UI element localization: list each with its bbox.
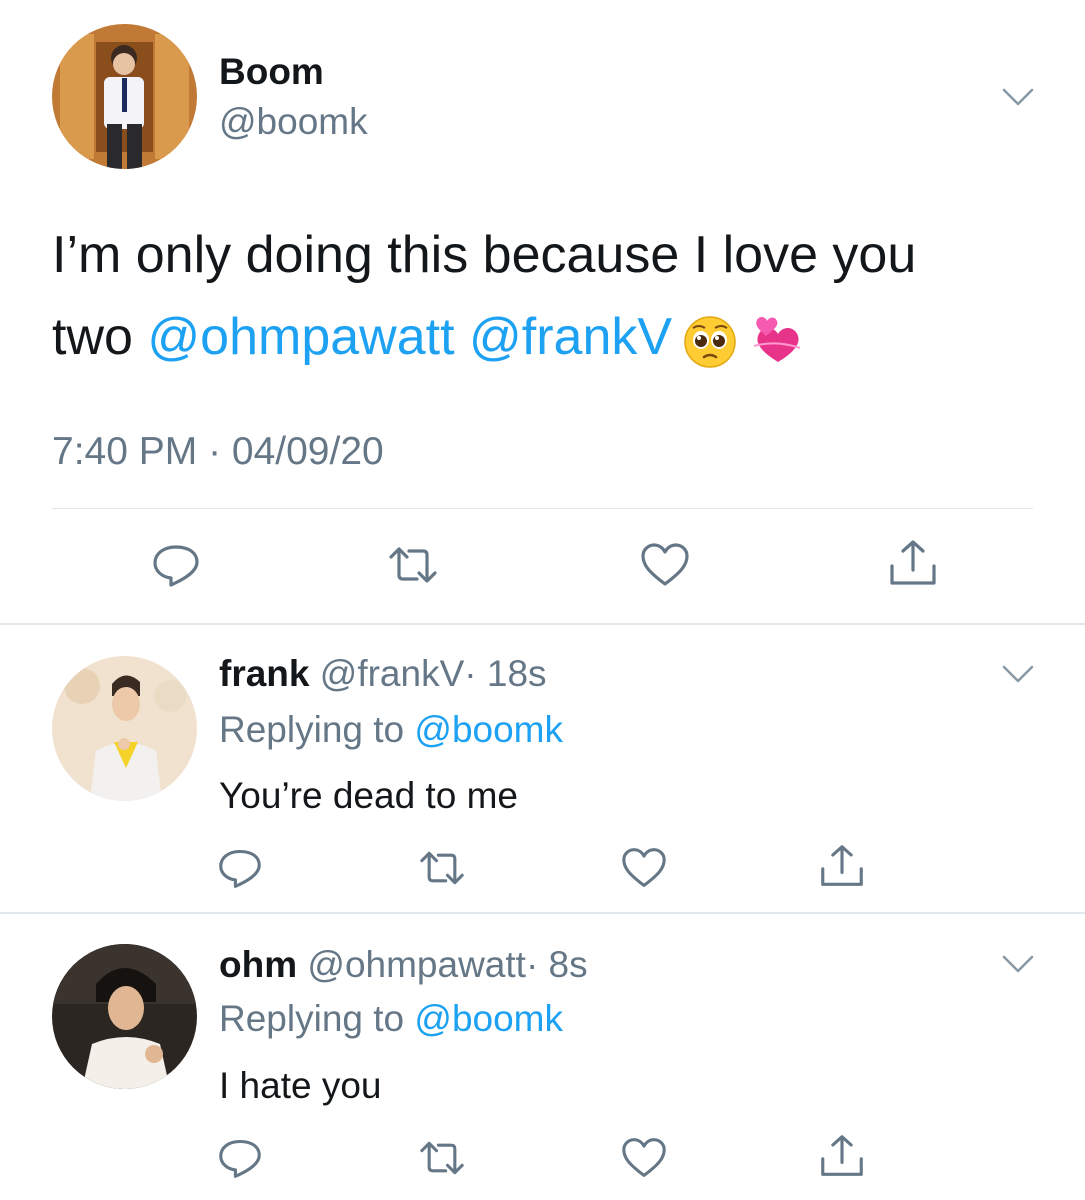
tweet-text: I’m only doing this because I love you t… <box>52 214 1052 378</box>
reply-icon[interactable] <box>216 846 264 890</box>
share-icon[interactable] <box>818 844 866 888</box>
retweet-icon[interactable] <box>418 1136 466 1180</box>
reply-author-name[interactable]: ohm <box>219 944 297 985</box>
divider <box>0 912 1085 914</box>
reply-icon[interactable] <box>150 541 202 589</box>
replying-to: Replying to @boomk <box>219 997 563 1041</box>
tweet-text-line1: I’m only doing this because I love you <box>52 226 917 284</box>
reply-author-handle[interactable]: @ohmpawatt <box>307 944 526 985</box>
pleading-face-emoji <box>682 312 738 369</box>
like-icon[interactable] <box>620 846 668 890</box>
reply-header: frank @frankV· 18s <box>219 652 547 696</box>
replying-to-label: Replying to <box>219 998 415 1039</box>
tweet-author-name[interactable]: Boom <box>219 50 324 94</box>
retweet-icon[interactable] <box>387 541 439 589</box>
tweet-author-handle[interactable]: @boomk <box>219 100 368 144</box>
chevron-down-icon[interactable] <box>1001 663 1035 685</box>
divider <box>0 623 1085 625</box>
mention-boomk[interactable]: @boomk <box>414 998 563 1039</box>
reply-author-handle[interactable]: @frankV <box>320 653 465 694</box>
reply-text: I hate you <box>219 1065 382 1106</box>
tweet-timestamp: 7:40 PM · 04/09/20 <box>52 430 384 473</box>
divider <box>52 508 1033 509</box>
revolving-hearts-emoji <box>748 312 804 368</box>
avatar-frank[interactable] <box>52 656 197 801</box>
mention-ohmpawatt[interactable]: @ohmpawatt <box>147 308 454 366</box>
like-icon[interactable] <box>639 541 691 589</box>
replying-to: Replying to @boomk <box>219 708 563 752</box>
tweet-text-line2: two @ohmpawatt @frankV <box>52 296 1052 378</box>
tweet-text-prefix: two <box>52 308 148 366</box>
mention-frankv[interactable]: @frankV <box>469 308 672 366</box>
reply-header: ohm @ohmpawatt· 8s <box>219 943 588 987</box>
chevron-down-icon[interactable] <box>1001 86 1035 108</box>
reply-icon[interactable] <box>216 1136 264 1180</box>
avatar-boom[interactable] <box>52 24 197 169</box>
replying-to-label: Replying to <box>219 709 415 750</box>
reply-author-name[interactable]: frank <box>219 653 309 694</box>
avatar-ohm[interactable] <box>52 944 197 1089</box>
mention-boomk[interactable]: @boomk <box>414 709 563 750</box>
reply-age: · 18s <box>464 653 547 694</box>
retweet-icon[interactable] <box>418 846 466 890</box>
chevron-down-icon[interactable] <box>1001 953 1035 975</box>
reply-age: · 8s <box>525 944 588 985</box>
like-icon[interactable] <box>620 1136 668 1180</box>
share-icon[interactable] <box>818 1134 866 1178</box>
share-icon[interactable] <box>887 539 939 587</box>
reply-text: You’re dead to me <box>219 775 518 816</box>
